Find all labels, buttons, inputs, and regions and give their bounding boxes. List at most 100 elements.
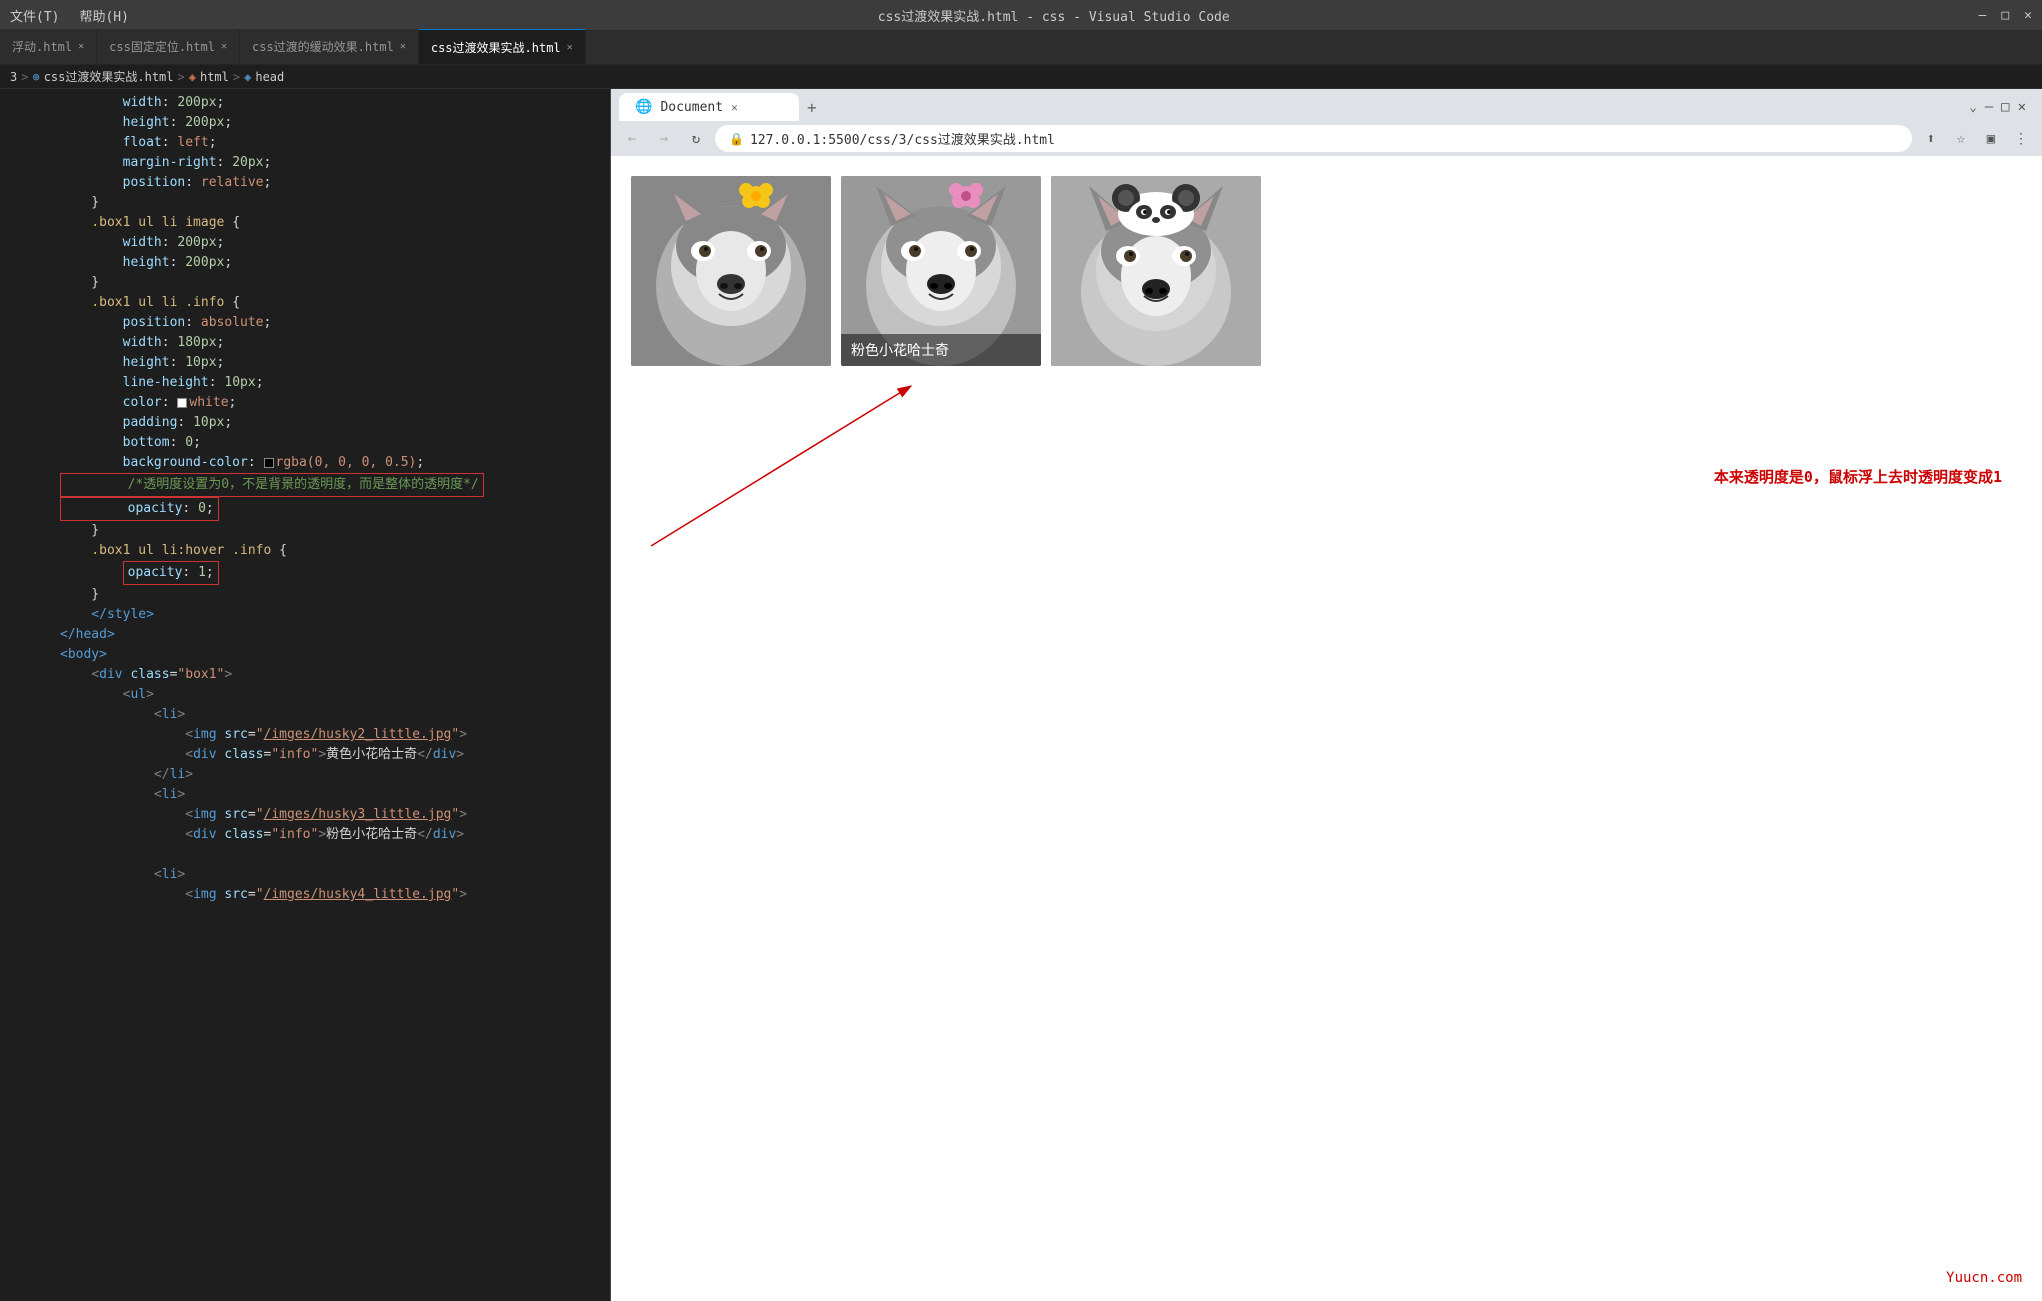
address-bar[interactable]: 🔒 127.0.0.1:5500/css/3/css过渡效果实战.html	[715, 125, 1912, 152]
code-line: position: relative;	[60, 173, 610, 193]
watermark: Yuucn.com	[1946, 1270, 2022, 1286]
browser-tab-bar: 🌐 Document ✕ + ⌄ — □ ✕	[611, 89, 2042, 121]
browser-split-button[interactable]: ▣	[1978, 126, 2004, 152]
main-area: width: 200px; height: 200px; float: left…	[0, 89, 2042, 1301]
tab-label: 浮动.html	[12, 38, 72, 55]
code-line: }	[60, 585, 610, 605]
code-line: <div class="box1">	[60, 665, 610, 685]
browser-window-controls-icon[interactable]: ⌄	[1969, 100, 1976, 114]
browser-tab-favicon: 🌐	[635, 99, 652, 115]
lock-icon: 🔒	[729, 132, 744, 146]
browser-nav-actions: ⬆ ☆ ▣ ⋮	[1918, 126, 2034, 152]
browser-minimize-button[interactable]: —	[1985, 99, 1993, 115]
browser-maximize-button[interactable]: □	[2001, 99, 2009, 115]
annotation-text: 本来透明度是0，鼠标浮上去时透明度变成1	[1714, 466, 2002, 487]
window-title: css过渡效果实战.html - css - Visual Studio Cod…	[129, 6, 1979, 25]
breadcrumb: 3 > ⊕ css过渡效果实战.html > ◈ html > ◈ head	[0, 65, 2042, 89]
tab-fixed-pos[interactable]: css固定定位.html ✕	[97, 29, 240, 64]
code-line: <ul>	[60, 685, 610, 705]
code-line: }	[60, 193, 610, 213]
code-line: <li>	[60, 865, 610, 885]
minimize-button[interactable]: —	[1979, 8, 1987, 23]
code-line: </li>	[60, 765, 610, 785]
breadcrumb-sep3: >	[233, 70, 240, 84]
browser-tab-close-button[interactable]: ✕	[731, 101, 738, 114]
code-line: bottom: 0;	[60, 433, 610, 453]
browser-menu-button[interactable]: ⋮	[2008, 126, 2034, 152]
tab-close-icon[interactable]: ✕	[400, 41, 406, 52]
title-bar: 文件(T) 帮助(H) css过渡效果实战.html - css - Visua…	[0, 0, 2042, 30]
code-line: width: 180px;	[60, 333, 610, 353]
breadcrumb-html-icon: ◈	[189, 70, 196, 84]
code-line: <li>	[60, 705, 610, 725]
address-url: 127.0.0.1:5500/css/3/css过渡效果实战.html	[750, 129, 1055, 148]
dog-name-2: 粉色小花哈士奇	[851, 343, 949, 359]
tab-close-icon[interactable]: ✕	[567, 42, 573, 53]
dog-image-3	[1051, 176, 1261, 366]
dog-info-overlay-2: 粉色小花哈士奇	[841, 334, 1041, 366]
code-line: <div class="info">粉色小花哈士奇</div>	[60, 825, 610, 845]
tab-transition-practice[interactable]: css过渡效果实战.html ✕	[419, 29, 586, 64]
browser-new-tab-button[interactable]: +	[807, 98, 817, 117]
breadcrumb-file-icon: ⊕	[32, 70, 39, 84]
breadcrumb-head-icon: ◈	[244, 70, 251, 84]
code-line: width: 200px;	[60, 233, 610, 253]
code-line: height: 200px;	[60, 113, 610, 133]
dog-images-container: 粉色小花哈士奇	[631, 176, 2022, 366]
code-line: height: 10px;	[60, 353, 610, 373]
code-line: padding: 10px;	[60, 413, 610, 433]
dog-card-1	[631, 176, 831, 366]
breadcrumb-sep: >	[21, 70, 28, 84]
tab-close-icon[interactable]: ✕	[78, 41, 84, 52]
tab-label: css过渡效果实战.html	[431, 39, 561, 56]
code-line: float: left;	[60, 133, 610, 153]
code-line: background-color: rgba(0, 0, 0, 0.5);	[60, 453, 610, 473]
tab-label: css固定定位.html	[109, 38, 215, 55]
code-line: <img src="/imges/husky3_little.jpg">	[60, 805, 610, 825]
code-line: opacity: 0;	[60, 497, 610, 521]
code-line: <li>	[60, 785, 610, 805]
code-content: width: 200px; height: 200px; float: left…	[0, 89, 610, 909]
window-controls[interactable]: — □ ✕	[1979, 8, 2032, 23]
code-line: .box1 ul li:hover .info {	[60, 541, 610, 561]
browser-tab-label: Document	[660, 100, 723, 115]
browser-bookmark-button[interactable]: ☆	[1948, 126, 1974, 152]
code-line: opacity: 1;	[60, 561, 610, 585]
browser-close-button[interactable]: ✕	[2018, 99, 2026, 115]
code-line	[60, 845, 610, 865]
browser-refresh-button[interactable]: ↻	[683, 126, 709, 152]
maximize-button[interactable]: □	[2001, 8, 2009, 23]
breadcrumb-html: html	[200, 70, 229, 84]
code-line: margin-right: 20px;	[60, 153, 610, 173]
browser-panel: 🌐 Document ✕ + ⌄ — □ ✕ ← → ↻ �	[610, 89, 2042, 1301]
browser-share-button[interactable]: ⬆	[1918, 126, 1944, 152]
browser-content: 粉色小花哈士奇	[611, 156, 2042, 1301]
menu-help[interactable]: 帮助(H)	[79, 6, 128, 25]
code-line: position: absolute;	[60, 313, 610, 333]
breadcrumb-head: head	[255, 70, 284, 84]
browser-back-button[interactable]: ←	[619, 126, 645, 152]
breadcrumb-file: css过渡效果实战.html	[44, 68, 174, 85]
close-button[interactable]: ✕	[2024, 8, 2032, 23]
code-line: /*透明度设置为0，不是背景的透明度，而是整体的透明度*/	[60, 473, 610, 497]
browser-tab[interactable]: 🌐 Document ✕	[619, 93, 799, 121]
code-line: width: 200px;	[60, 93, 610, 113]
menu-file[interactable]: 文件(T)	[10, 6, 59, 25]
tab-transition-ease[interactable]: css过渡的缓动效果.html ✕	[240, 29, 419, 64]
tab-floating[interactable]: 浮动.html ✕	[0, 29, 97, 64]
code-line: </head>	[60, 625, 610, 645]
tab-close-icon[interactable]: ✕	[221, 41, 227, 52]
breadcrumb-sep2: >	[178, 70, 185, 84]
code-line: }	[60, 273, 610, 293]
code-line: <img src="/imges/husky2_little.jpg">	[60, 725, 610, 745]
code-line: height: 200px;	[60, 253, 610, 273]
dog-image-1	[631, 176, 831, 366]
code-line: }	[60, 521, 610, 541]
menu-bar[interactable]: 文件(T) 帮助(H)	[10, 6, 129, 25]
browser-chrome: 🌐 Document ✕ + ⌄ — □ ✕ ← → ↻ �	[611, 89, 2042, 156]
code-line: </style>	[60, 605, 610, 625]
dog-card-2: 粉色小花哈士奇	[841, 176, 1041, 366]
browser-forward-button[interactable]: →	[651, 126, 677, 152]
code-editor[interactable]: width: 200px; height: 200px; float: left…	[0, 89, 610, 1301]
dog-card-3	[1051, 176, 1261, 366]
